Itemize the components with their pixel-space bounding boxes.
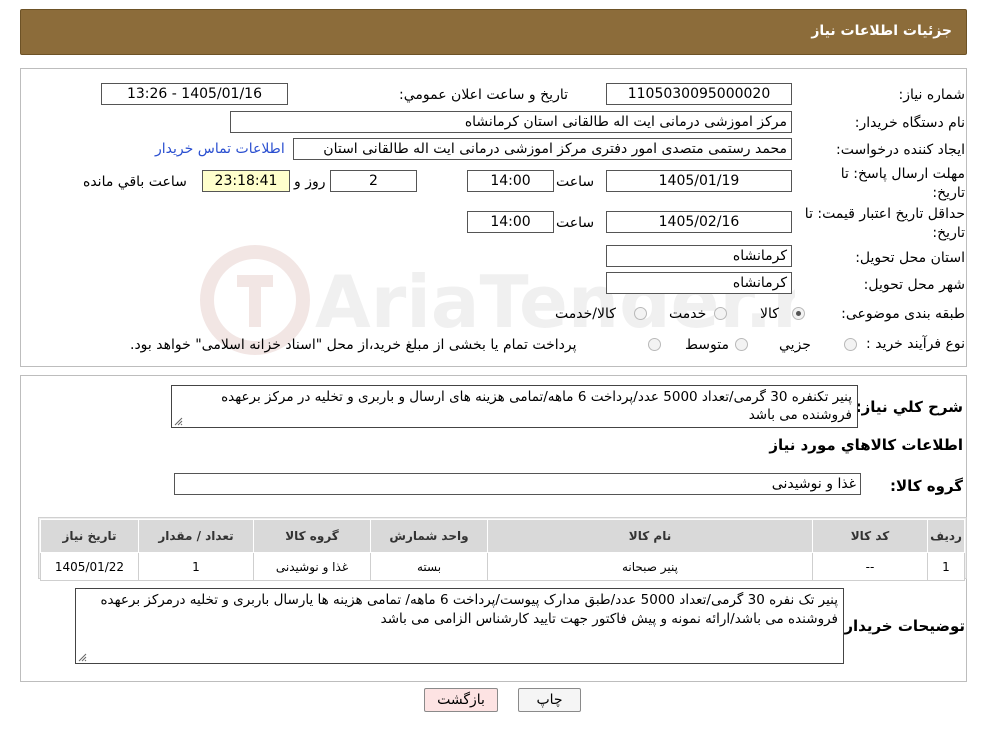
goods-group-field: غذا و نوشیدنی [174,473,861,495]
summary-textarea[interactable]: پنیر تکنفره 30 گرمی/تعداد 5000 عدد/پرداخ… [171,385,858,428]
cell-unit: بسته [370,552,488,581]
deadline-label: مهلت ارسال پاسخ: تا [840,166,965,182]
category-option-goods-service: کالا/خدمت [555,306,616,322]
need-number-field: 1105030095000020 [606,83,792,105]
col-header-unit: واحد شمارش [370,519,488,553]
price-validity-time-label: ساعت [556,215,595,231]
announce-label: تاریخ و ساعت اعلان عمومي: [399,87,568,103]
buyer-org-label: نام دستگاه خریدار: [854,115,965,131]
process-radio-medium[interactable] [735,338,748,351]
remaining-time-label: ساعت باقي مانده [83,174,187,190]
col-header-row: رديف [927,519,965,553]
price-validity-date-field: 1405/02/16 [606,211,792,233]
days-remaining-field: 2 [330,170,417,192]
category-radio-service[interactable] [714,307,727,320]
cell-group: غذا و نوشیدنی [253,552,371,581]
col-header-need-date: تاریخ نیاز [40,519,139,553]
col-header-quantity: تعداد / مقدار [138,519,254,553]
category-radio-goods-service[interactable] [634,307,647,320]
process-radio-treasury[interactable] [648,338,661,351]
items-table-header: رديف کد کالا نام کالا واحد شمارش گروه کا… [40,519,965,553]
col-header-code: کد کالا [812,519,928,553]
buyer-org-field: مرکز اموزشی درمانی ایت اله طالقانی استان… [230,111,792,133]
days-label: روز و [294,174,326,190]
cell-quantity: 1 [138,552,254,581]
cell-code: -- [812,552,928,581]
summary-text: پنیر تکنفره 30 گرمی/تعداد 5000 عدد/پرداخ… [221,389,852,423]
cell-need-date: 1405/01/22 [40,552,139,581]
deadline-date-field: 1405/01/19 [606,170,792,192]
price-validity-label-date: تاریخ: [932,225,965,241]
process-option-minor: جزيي [779,337,811,353]
col-header-group: گروه کالا [253,519,371,553]
process-option-medium: متوسط [685,337,729,353]
need-number-label: شماره نیاز: [898,87,966,103]
creator-field: محمد رستمی متصدی امور دفتری مرکز اموزشی … [293,138,792,160]
category-radio-goods[interactable] [792,307,805,320]
category-option-goods: کالا [760,306,779,322]
deadline-time-label: ساعت [556,174,595,190]
page-title: جزئیات اطلاعات نیاز [811,23,952,39]
buyer-notes-label: توضیحات خریدار: [838,617,965,635]
buyer-notes-textarea[interactable]: پنیر تک نفره 30 گرمی/تعداد 5000 عدد/طبق … [75,588,844,664]
goods-section-title: اطلاعات کالاهاي مورد نياز [769,436,963,454]
col-header-name: نام کالا [487,519,813,553]
back-button[interactable]: بازگشت [424,688,498,712]
province-field: کرمانشاه [606,245,792,267]
province-label: استان محل تحویل: [855,250,965,266]
goods-group-label: گروه کالا: [890,477,963,495]
items-table-container: رديف کد کالا نام کالا واحد شمارش گروه کا… [38,517,967,581]
process-radio-minor[interactable] [844,338,857,351]
creator-label: ایجاد کننده درخواست: [836,142,965,158]
page-title-bar: جزئیات اطلاعات نیاز [20,9,967,55]
buyer-notes-text: پنیر تک نفره 30 گرمی/تعداد 5000 عدد/طبق … [100,592,838,627]
buyer-contact-link[interactable]: اطلاعات تماس خریدار [155,141,285,157]
items-table: رديف کد کالا نام کالا واحد شمارش گروه کا… [40,519,965,581]
price-validity-label: حداقل تاریخ اعتبار قیمت: تا [804,206,965,222]
cell-row: 1 [927,552,965,581]
city-field: کرمانشاه [606,272,792,294]
deadline-time-field: 14:00 [467,170,554,192]
resize-grip-icon[interactable] [174,417,183,426]
deadline-label-date: تاریخ: [932,185,965,201]
category-option-service: خدمت [669,306,707,322]
city-label: شهر محل تحویل: [863,277,965,293]
resize-grip-icon[interactable] [78,653,87,662]
announce-datetime-field: 1405/01/16 - 13:26 [101,83,288,105]
table-row[interactable]: 1 -- پنیر صبحانه بسته غذا و نوشیدنی 1 14… [40,552,965,581]
cell-name: پنیر صبحانه [487,552,813,581]
print-button[interactable]: چاپ [518,688,581,712]
process-type-label: نوع فرآیند خرید : [866,336,965,352]
price-validity-time-field: 14:00 [467,211,554,233]
summary-label: شرح کلي نياز: [855,398,963,416]
process-note: پرداخت تمام یا بخشی از مبلغ خرید،از محل … [130,337,577,353]
category-label: طبقه بندی موضوعی: [841,306,965,322]
remaining-time-field: 23:18:41 [202,170,290,192]
